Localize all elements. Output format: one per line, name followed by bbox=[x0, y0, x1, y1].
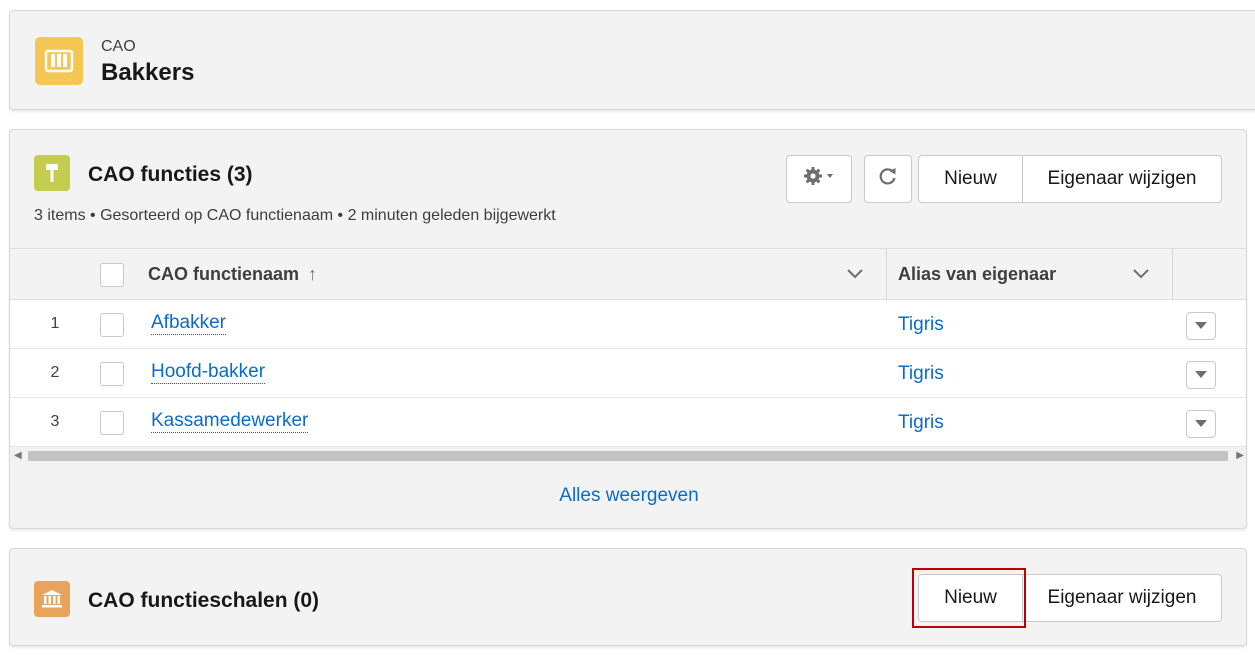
select-all-checkbox[interactable] bbox=[100, 263, 124, 287]
column-header-functienaam[interactable]: CAO functienaam ↑ bbox=[148, 264, 317, 285]
row-checkbox[interactable] bbox=[100, 411, 124, 435]
row-checkbox[interactable] bbox=[100, 313, 124, 337]
scroll-right-icon[interactable]: ▶ bbox=[1236, 450, 1244, 461]
record-link[interactable]: Afbakker bbox=[151, 312, 226, 335]
column-divider[interactable] bbox=[1172, 249, 1173, 299]
table-row: 1 Afbakker Tigris bbox=[10, 300, 1246, 349]
gear-icon bbox=[803, 166, 835, 192]
book-icon bbox=[35, 37, 83, 85]
refresh-icon bbox=[878, 166, 898, 192]
table-row: 2 Hoofd-bakker Tigris bbox=[10, 349, 1246, 398]
table-row: 3 Kassamedewerker Tigris bbox=[10, 398, 1246, 447]
row-number: 2 bbox=[50, 364, 60, 381]
bank-icon bbox=[34, 581, 70, 617]
scroll-left-icon[interactable]: ◀ bbox=[14, 450, 22, 461]
caret-down-icon bbox=[1195, 322, 1207, 329]
hammer-icon bbox=[34, 155, 70, 191]
caret-down-icon bbox=[1195, 371, 1207, 378]
related-list-cao-functieschalen: CAO functieschalen (0) Nieuw Eigenaar wi… bbox=[9, 548, 1247, 646]
view-all-link[interactable]: Alles weergeven bbox=[10, 485, 1246, 507]
row-action-button[interactable] bbox=[1186, 410, 1216, 438]
owner-link[interactable]: Tigris bbox=[898, 412, 944, 434]
related-list-meta: 3 items • Gesorteerd op CAO functienaam … bbox=[34, 207, 556, 224]
column-header-alias[interactable]: Alias van eigenaar bbox=[898, 264, 1056, 285]
row-action-button[interactable] bbox=[1186, 312, 1216, 340]
list-settings-button[interactable] bbox=[786, 155, 852, 203]
row-number: 3 bbox=[50, 413, 60, 430]
view-all-label[interactable]: Alles weergeven bbox=[559, 485, 698, 506]
owner-link[interactable]: Tigris bbox=[898, 314, 944, 336]
column-label: CAO functienaam bbox=[148, 264, 300, 284]
table-header: CAO functienaam ↑ Alias van eigenaar bbox=[10, 248, 1246, 300]
related-list-title[interactable]: CAO functies (3) bbox=[88, 163, 253, 187]
column-divider[interactable] bbox=[886, 249, 887, 299]
owner-link[interactable]: Tigris bbox=[898, 363, 944, 385]
related-list-title[interactable]: CAO functieschalen (0) bbox=[88, 589, 319, 613]
sort-ascending-icon: ↑ bbox=[308, 264, 318, 284]
refresh-button[interactable] bbox=[864, 155, 912, 203]
change-owner-button[interactable]: Eigenaar wijzigen bbox=[1022, 574, 1222, 622]
chevron-down-icon[interactable] bbox=[1132, 267, 1150, 285]
new-button[interactable]: Nieuw bbox=[918, 155, 1023, 203]
change-owner-button[interactable]: Eigenaar wijzigen bbox=[1022, 155, 1222, 203]
row-action-button[interactable] bbox=[1186, 361, 1216, 389]
row-checkbox[interactable] bbox=[100, 362, 124, 386]
highlight-box bbox=[912, 568, 1026, 628]
scrollbar-thumb[interactable] bbox=[28, 451, 1228, 461]
horizontal-scrollbar[interactable]: ◀ ▶ bbox=[10, 448, 1246, 464]
row-number: 1 bbox=[50, 315, 60, 332]
record-header: CAO Bakkers bbox=[9, 10, 1255, 110]
related-list-cao-functies: CAO functies (3) 3 items • Gesorteerd op… bbox=[9, 129, 1247, 529]
caret-down-icon bbox=[1195, 420, 1207, 427]
record-link[interactable]: Kassamedewerker bbox=[151, 410, 309, 433]
record-link[interactable]: Hoofd-bakker bbox=[151, 361, 266, 384]
object-label: CAO bbox=[101, 38, 136, 55]
page-title: Bakkers bbox=[101, 59, 195, 86]
chevron-down-icon[interactable] bbox=[846, 267, 864, 285]
